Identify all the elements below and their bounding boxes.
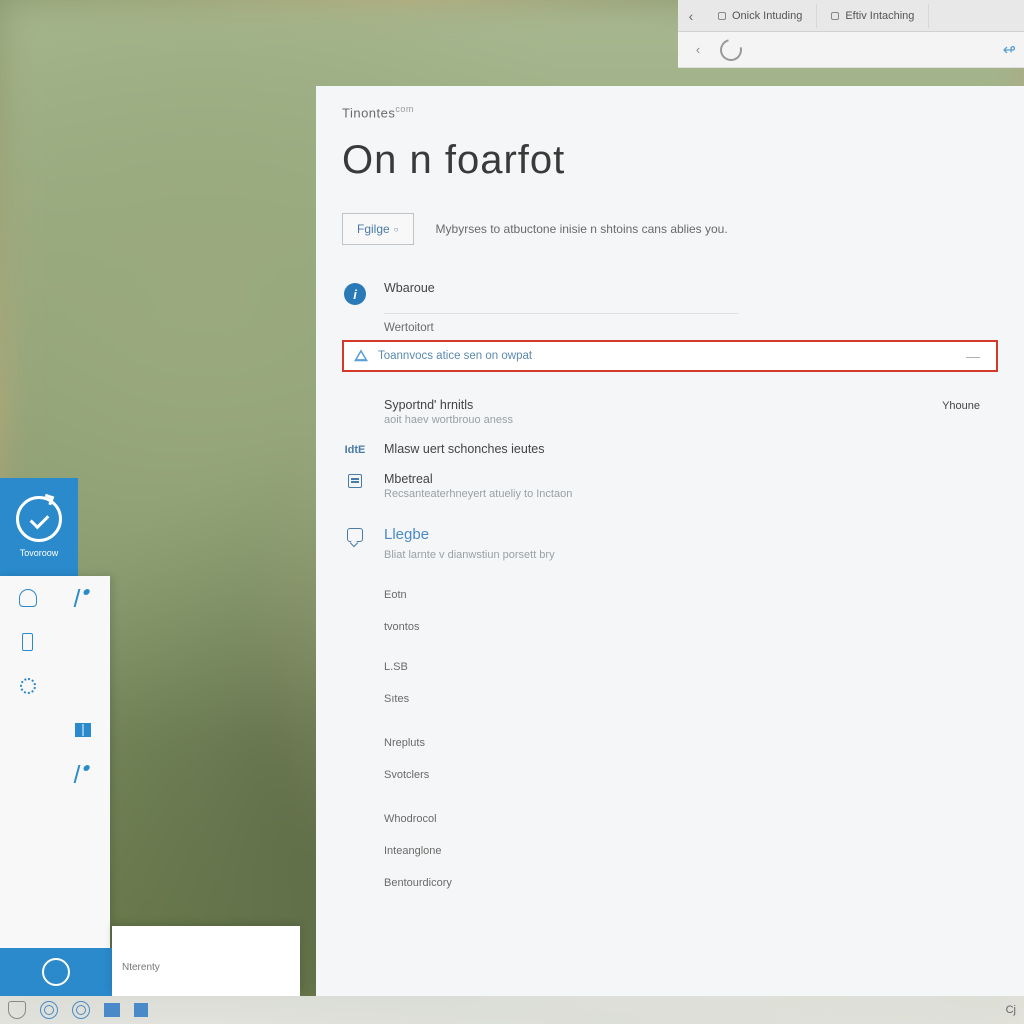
list-item-section[interactable]: Llegbe Bliat larnte v dianwstiun porsett… xyxy=(342,518,998,569)
list-item-title: Mbetreal xyxy=(384,472,998,486)
gear-icon xyxy=(20,678,36,694)
panel-app[interactable] xyxy=(55,620,110,664)
plain-item[interactable]: Bentourdicory xyxy=(384,877,998,889)
browser-icon[interactable] xyxy=(72,1001,90,1019)
highlighted-setting-row[interactable]: Toannvocs atice sen on owpat — xyxy=(342,340,998,372)
plain-item[interactable]: Nrepluts xyxy=(384,737,998,749)
tab-favicon xyxy=(831,12,839,20)
list-item-account[interactable]: i Wbaroue xyxy=(342,273,998,313)
list-item-subtitle: Recsanteaterhneyert atueliy to Inctaon xyxy=(384,488,998,500)
refine-description: Mybyrses to atbuctone inisie n shtoins c… xyxy=(436,222,728,236)
warning-triangle-icon xyxy=(354,349,368,363)
dock-label: Nterenty xyxy=(122,962,290,973)
window-icon[interactable] xyxy=(104,1003,120,1017)
list-item-title: Mlasw uert schonches ieutes xyxy=(384,442,998,456)
tile-label: Tovoroow xyxy=(20,548,59,558)
dock-popup: Nterenty xyxy=(112,926,300,996)
refine-button-label: Fgilge xyxy=(357,222,390,236)
start-panel xyxy=(0,576,110,996)
sync-icon[interactable]: ↫ xyxy=(1003,40,1016,60)
panel-app[interactable] xyxy=(0,620,55,664)
plain-item[interactable]: L.SB xyxy=(384,661,998,673)
breadcrumb-suffix: com xyxy=(395,104,414,114)
settings-list: i Wbaroue Wertoitort Toannvocs atice sen… xyxy=(342,273,998,889)
plain-item[interactable]: Svotclers xyxy=(384,769,998,781)
refine-button[interactable]: Fgilge○ xyxy=(342,213,414,245)
circle-icon xyxy=(42,958,70,986)
plain-item[interactable]: Sıtes xyxy=(384,693,998,705)
plain-item[interactable]: Eotn xyxy=(384,589,998,601)
browser-tab-2[interactable]: Eftiv Intaching xyxy=(817,4,929,28)
running-icon xyxy=(73,589,92,607)
checkmark-clock-icon xyxy=(16,496,62,542)
list-item[interactable]: IdtE Mlasw uert schonches ieutes xyxy=(342,434,998,464)
panel-app[interactable] xyxy=(0,752,55,796)
tab-favicon xyxy=(718,12,726,20)
panel-app[interactable] xyxy=(55,664,110,708)
section-subtitle: Bliat larnte v dianwstiun porsett bry xyxy=(384,549,998,561)
divider xyxy=(384,313,738,314)
tab-back-button[interactable]: ‹ xyxy=(678,3,704,29)
breadcrumb-text: Tinontes xyxy=(342,105,395,120)
dock-tile[interactable] xyxy=(0,948,112,996)
list-item[interactable]: Mbetreal Recsanteaterhneyert atueliy to … xyxy=(342,464,998,508)
collapse-icon: — xyxy=(966,348,986,364)
page-title: On n foarfot xyxy=(342,138,998,183)
running-icon xyxy=(73,765,92,783)
browser-tab-strip: ‹ Onick Intuding Eftiv Intaching xyxy=(678,0,1024,32)
settings-window: Tinontescom On n foarfot Fgilge○ Mybyrse… xyxy=(316,86,1024,996)
app-icon[interactable] xyxy=(134,1003,148,1017)
edit-icon: IdtE xyxy=(345,444,366,456)
sub-section-label: Wertoitort xyxy=(384,322,998,334)
plain-item[interactable]: Inteanglone xyxy=(384,845,998,857)
app-tile[interactable]: Tovoroow xyxy=(0,478,78,576)
panel-app[interactable] xyxy=(0,664,55,708)
plain-item[interactable]: Whodrocol xyxy=(384,813,998,825)
people-icon xyxy=(19,589,37,607)
highlighted-text: Toannvocs atice sen on owpat xyxy=(378,350,956,362)
list-item-title: Syportnd' hrnitls xyxy=(384,398,926,412)
security-icon[interactable] xyxy=(8,1001,26,1019)
breadcrumb[interactable]: Tinontescom xyxy=(342,104,998,120)
panel-app[interactable] xyxy=(0,708,55,752)
browser-icon[interactable] xyxy=(40,1001,58,1019)
book-icon xyxy=(75,723,91,737)
list-item-title: Wbaroue xyxy=(384,281,998,295)
list-item[interactable]: Syportnd' hrnitls aoit haev wortbrouo an… xyxy=(342,390,998,434)
tab-label: Eftiv Intaching xyxy=(845,10,914,22)
phone-icon xyxy=(22,633,33,651)
plain-item[interactable]: tvontos xyxy=(384,621,998,633)
panel-app[interactable] xyxy=(55,708,110,752)
panel-app[interactable] xyxy=(55,752,110,796)
list-item-subtitle: aoit haev wortbrouo aness xyxy=(384,414,926,426)
document-icon xyxy=(348,474,362,488)
tray-text: Cj xyxy=(1006,1004,1016,1016)
taskbar: Cj xyxy=(0,996,1024,1024)
browser-tab-1[interactable]: Onick Intuding xyxy=(704,4,817,28)
tab-label: Onick Intuding xyxy=(732,10,802,22)
browser-address-bar: ‹ ↫ xyxy=(678,32,1024,68)
reload-icon[interactable] xyxy=(716,34,746,64)
info-icon: i xyxy=(344,283,366,305)
system-tray[interactable]: Cj xyxy=(1006,1004,1016,1016)
section-header: Llegbe xyxy=(384,526,998,543)
nav-back-button[interactable]: ‹ xyxy=(686,38,710,62)
panel-app[interactable] xyxy=(55,576,110,620)
chat-icon xyxy=(347,528,363,542)
panel-app[interactable] xyxy=(0,576,55,620)
list-item-value: Yhoune xyxy=(942,398,998,412)
